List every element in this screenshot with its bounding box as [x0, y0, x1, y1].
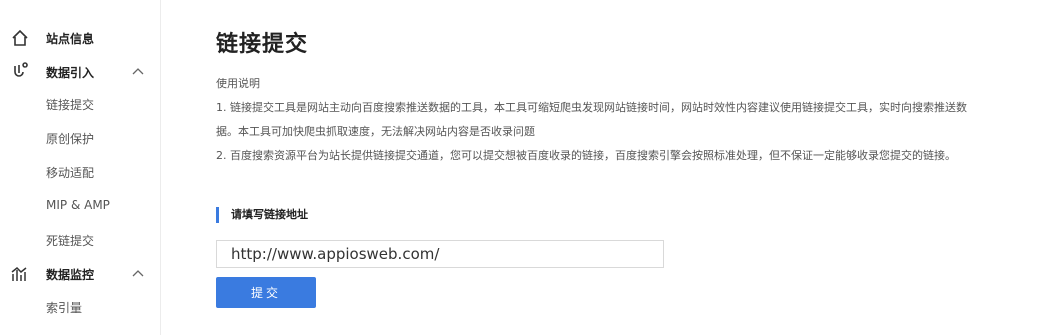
- sidebar-item-label: 站点信息: [46, 32, 95, 46]
- sidebar: 站点信息 数据引入 链接提交 原创保护 移动适配 MIP & AMP 死链提交 …: [0, 0, 161, 335]
- instruction-line: 2. 百度搜索资源平台为站长提供链接提交通道，您可以提交想被百度收录的链接，百度…: [216, 149, 956, 162]
- data-import-icon: [14, 62, 28, 77]
- sidebar-item-link-submit[interactable]: 链接提交: [46, 96, 94, 113]
- page-title: 链接提交: [216, 32, 309, 57]
- sidebar-item-original-protect[interactable]: 原创保护: [46, 130, 94, 147]
- instruction-line: 1. 链接提交工具是网站主动向百度搜索推送数据的工具，本工具可缩短爬虫发现网站链…: [216, 101, 967, 114]
- sidebar-item-mip-amp[interactable]: MIP & AMP: [46, 198, 110, 212]
- chart-icon: [11, 266, 27, 281]
- sidebar-item-mobile-adapt[interactable]: 移动适配: [46, 164, 94, 181]
- url-section-label: 请填写链接地址: [216, 207, 308, 223]
- sidebar-group-data-import[interactable]: 数据引入: [0, 60, 160, 84]
- home-icon: [12, 29, 28, 46]
- sidebar-item-site-info[interactable]: 站点信息: [0, 26, 160, 50]
- sidebar-group-label: 数据引入: [46, 66, 95, 80]
- main-content: 链接提交 使用说明 1. 链接提交工具是网站主动向百度搜索推送数据的工具，本工具…: [216, 0, 1039, 335]
- sidebar-item-dead-link[interactable]: 死链提交: [46, 232, 94, 249]
- chevron-up-icon: [132, 68, 144, 75]
- sidebar-item-index-volume[interactable]: 索引量: [46, 299, 82, 316]
- submit-button[interactable]: 提交: [216, 277, 316, 308]
- url-input[interactable]: [216, 240, 664, 268]
- sidebar-group-data-monitor[interactable]: 数据监控: [0, 262, 160, 286]
- instruction-line: 据。本工具可加快爬虫抓取速度，无法解决网站内容是否收录问题: [216, 125, 535, 138]
- usage-heading: 使用说明: [216, 77, 260, 90]
- sidebar-group-label: 数据监控: [46, 268, 95, 282]
- chevron-up-icon: [132, 270, 144, 277]
